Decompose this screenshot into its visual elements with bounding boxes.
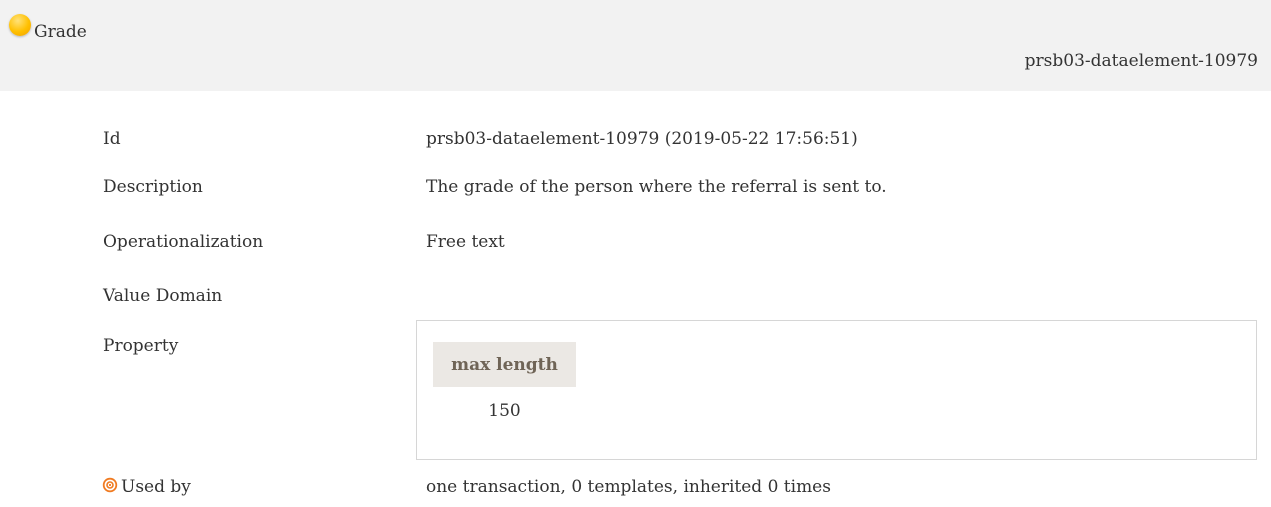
property-column-header: max length xyxy=(433,342,576,387)
description-label: Description xyxy=(103,177,203,197)
element-id-tag: prsb03-dataelement-10979 xyxy=(1024,51,1258,71)
value-domain-label: Value Domain xyxy=(103,286,223,306)
operationalization-label: Operationalization xyxy=(103,232,264,252)
operationalization-row: Operationalization Free text xyxy=(0,229,1271,259)
property-label: Property xyxy=(103,336,179,356)
property-column-value: 150 xyxy=(488,401,521,421)
description-row: Description The grade of the person wher… xyxy=(0,174,1271,204)
value-domain-row: Value Domain xyxy=(0,283,1271,313)
used-by-value: one transaction, 0 templates, inherited … xyxy=(426,477,831,497)
description-value: The grade of the person where the referr… xyxy=(426,177,887,197)
id-value: prsb03-dataelement-10979 (2019-05-22 17:… xyxy=(426,129,858,149)
id-row: Id prsb03-dataelement-10979 (2019-05-22 … xyxy=(0,126,1271,156)
used-by-row: Used by one transaction, 0 templates, in… xyxy=(0,474,1271,504)
property-table: max length 150 xyxy=(416,320,1257,460)
status-orb-icon xyxy=(9,14,31,36)
page-title: Grade xyxy=(34,22,87,42)
id-label: Id xyxy=(103,129,121,149)
page-header: Grade prsb03-dataelement-10979 xyxy=(0,0,1271,91)
operationalization-value: Free text xyxy=(426,232,505,252)
used-by-label: Used by xyxy=(121,477,191,497)
